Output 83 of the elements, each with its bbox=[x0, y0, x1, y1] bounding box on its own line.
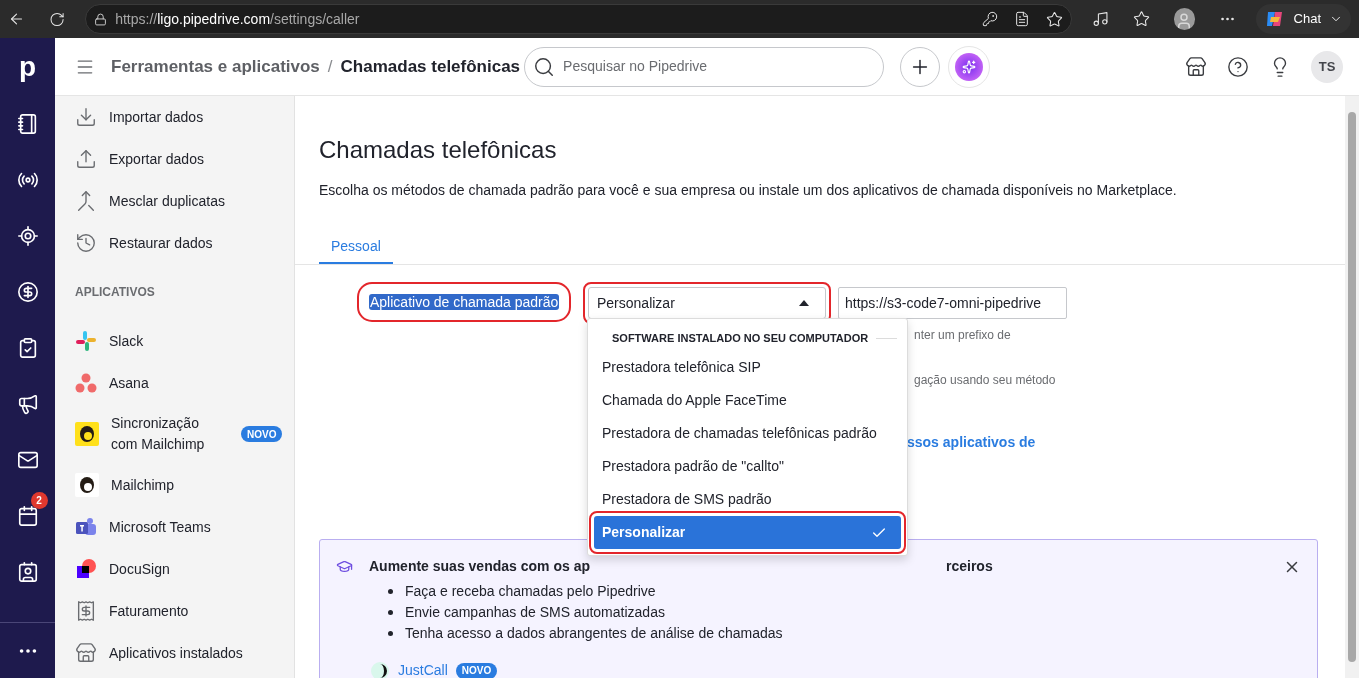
lock-icon bbox=[94, 12, 108, 26]
benefit-text: Envie campanhas de SMS automatizadas bbox=[405, 603, 665, 622]
history-icon bbox=[75, 232, 97, 254]
page-title: Chamadas telefônicas bbox=[319, 135, 558, 165]
contact-card-icon[interactable] bbox=[16, 561, 39, 583]
profile-avatar[interactable] bbox=[1173, 8, 1195, 30]
breadcrumb-current: Chamadas telefônicas bbox=[340, 55, 521, 78]
receipt-icon bbox=[75, 600, 97, 622]
benefit-text: Faça e receba chamadas pelo Pipedrive bbox=[405, 582, 656, 601]
merge-icon bbox=[75, 190, 97, 212]
music-icon[interactable] bbox=[1091, 10, 1109, 28]
hint-text: gação usando seu método bbox=[914, 372, 1057, 389]
search-icon bbox=[533, 55, 556, 78]
url-input[interactable]: https://s3-code7-omni-pipedrive bbox=[838, 287, 1067, 319]
search-input[interactable]: Pesquisar no Pipedrive bbox=[563, 56, 876, 77]
sidebar-item[interactable]: Faturamento bbox=[109, 600, 189, 622]
graduation-cap-icon bbox=[336, 558, 353, 575]
sidebar-item[interactable]: Sincronização com Mailchimp bbox=[111, 413, 221, 455]
sidebar-item[interactable]: Mesclar duplicatas bbox=[109, 190, 225, 212]
address-bar[interactable]: https://ligo.pipedrive.com/settings/caller bbox=[85, 4, 1072, 34]
dropdown-option[interactable]: Prestadora telefônica SIP bbox=[594, 351, 901, 384]
logo[interactable]: p bbox=[18, 38, 37, 96]
marketplace-link[interactable]: ssos aplicativos de bbox=[907, 432, 1067, 453]
teams-logo-icon bbox=[75, 516, 97, 538]
upload-icon bbox=[75, 148, 97, 170]
user-avatar[interactable]: TS bbox=[1311, 50, 1343, 83]
megaphone-icon[interactable] bbox=[16, 393, 39, 415]
sidebar-item[interactable]: DocuSign bbox=[109, 558, 170, 580]
benefit-text: Tenha acesso a dados abrangentes de análise de chamadas bbox=[405, 624, 783, 643]
favorites-icon[interactable] bbox=[1132, 10, 1150, 28]
docusign-logo-icon bbox=[75, 558, 97, 580]
bullet-icon bbox=[388, 589, 393, 594]
sparkles-icon bbox=[962, 59, 977, 74]
chat-button[interactable]: Chat bbox=[1255, 4, 1352, 34]
notification-badge: 2 bbox=[30, 492, 48, 509]
help-icon[interactable] bbox=[1227, 55, 1249, 78]
mail-icon[interactable] bbox=[16, 449, 39, 471]
notebook-icon[interactable] bbox=[16, 113, 39, 135]
breadcrumb-link[interactable]: Ferramentas e aplicativos bbox=[111, 53, 320, 80]
app-link[interactable]: JustCall bbox=[398, 660, 448, 678]
monkey-logo-icon bbox=[75, 422, 99, 446]
hint-text: nter um prefixo de bbox=[914, 327, 1012, 344]
bullet-icon bbox=[388, 631, 393, 636]
dropdown-option[interactable]: Prestadora de SMS padrão bbox=[594, 483, 901, 516]
sidebar-item[interactable]: Exportar dados bbox=[109, 148, 204, 170]
justcall-logo-icon bbox=[370, 660, 390, 678]
section-heading: APLICATIVOS bbox=[75, 284, 156, 301]
download-icon bbox=[75, 106, 97, 128]
dropdown-option[interactable]: Prestadora de chamadas telefônicas padrão bbox=[594, 417, 901, 450]
star-icon[interactable] bbox=[1045, 10, 1063, 28]
key-icon[interactable] bbox=[981, 11, 998, 27]
bullet-icon bbox=[388, 610, 393, 615]
page-description: Escolha os métodos de chamada padrão para você e sua empresa ou instale um dos aplicativos de chamada disponíveis no Marketplace. bbox=[319, 181, 1178, 200]
banner-title: rceiros bbox=[945, 557, 993, 576]
banner-title: Aumente suas vendas com os ap bbox=[369, 557, 590, 576]
store-icon bbox=[75, 642, 97, 664]
sidebar-item[interactable]: Importar dados bbox=[109, 106, 204, 128]
dropdown-option[interactable]: Prestadora padrão de "callto" bbox=[594, 450, 901, 483]
sidebar-item[interactable]: Restaurar dados bbox=[109, 232, 213, 254]
monkey-logo-icon bbox=[75, 473, 99, 497]
tab[interactable]: Pessoal bbox=[319, 231, 393, 264]
sidebar-item[interactable]: Aplicativos instalados bbox=[109, 642, 243, 664]
reader-icon[interactable] bbox=[1013, 11, 1030, 27]
field-label: Aplicativo de chamada padrão bbox=[369, 294, 560, 310]
caret-up-icon bbox=[799, 300, 809, 306]
asana-logo-icon bbox=[75, 372, 97, 394]
dollar-icon[interactable] bbox=[16, 281, 39, 303]
group-heading: SOFTWARE INSTALADO NO SEU COMPUTADOR bbox=[612, 330, 869, 346]
reload-icon[interactable] bbox=[49, 10, 66, 28]
dropdown-option[interactable]: Chamada do Apple FaceTime bbox=[594, 384, 901, 417]
url-text: https://ligo.pipedrive.com/settings/caller bbox=[115, 9, 360, 29]
scrollbar[interactable] bbox=[1345, 96, 1359, 678]
sidebar-item[interactable]: Microsoft Teams bbox=[109, 516, 211, 538]
sidebar-item[interactable]: Asana bbox=[109, 372, 149, 394]
slack-logo-icon bbox=[75, 330, 97, 352]
calendar-icon[interactable] bbox=[16, 505, 39, 527]
new-badge: NOVO bbox=[241, 426, 283, 442]
sidebar-item[interactable]: Mailchimp bbox=[111, 474, 174, 496]
target-icon[interactable] bbox=[16, 225, 39, 247]
marketplace-icon[interactable] bbox=[1185, 55, 1207, 78]
new-badge: NOVO bbox=[455, 662, 498, 678]
breadcrumb-separator: / bbox=[327, 55, 333, 78]
sidebar-item[interactable]: Slack bbox=[109, 330, 144, 352]
